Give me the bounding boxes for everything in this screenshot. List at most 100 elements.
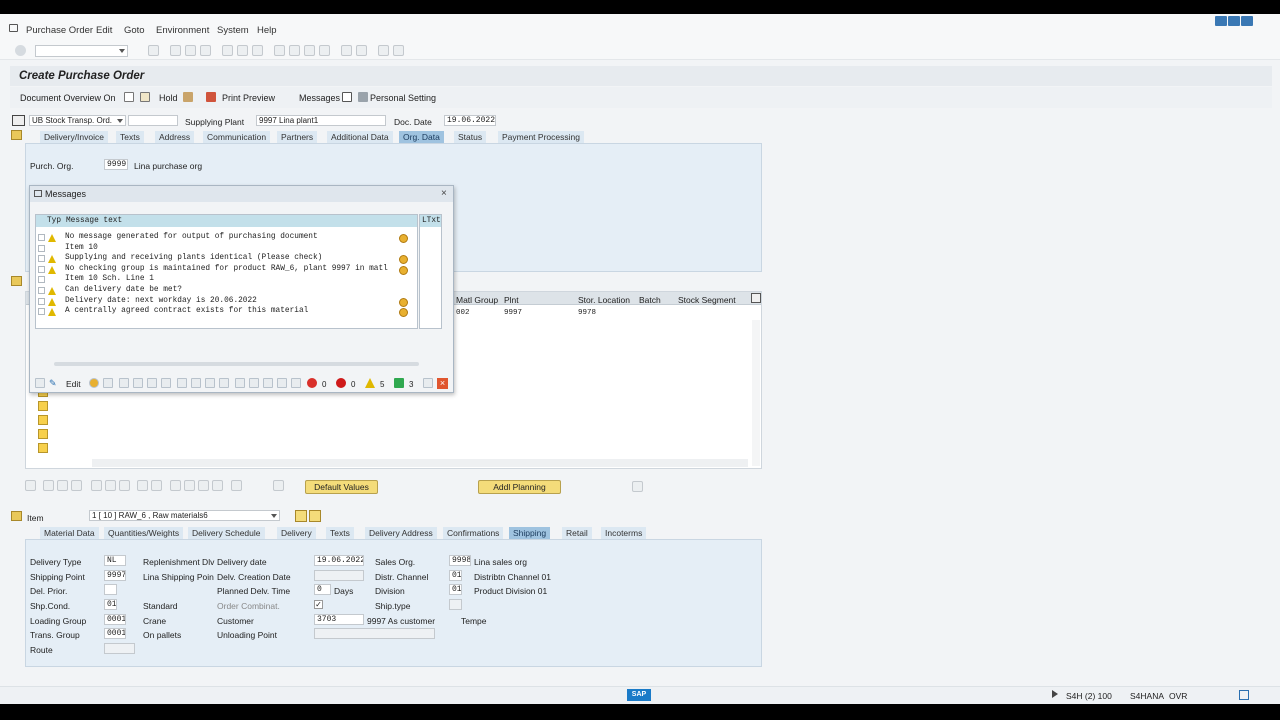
tab-quantities-weights[interactable]: Quantities/Weights	[104, 527, 185, 539]
dialog-hscroll[interactable]	[34, 360, 448, 368]
tab-texts[interactable]: Texts	[116, 131, 145, 143]
customer-field[interactable]: 3703	[314, 614, 364, 625]
sales-org-field[interactable]: 9998	[449, 555, 471, 566]
next-icon[interactable]	[147, 378, 157, 388]
col-matl-group[interactable]: Matl Group	[456, 295, 498, 305]
supplying-plant-field[interactable]: 9997 Lina plant1	[256, 115, 386, 126]
check-icon[interactable]	[183, 92, 193, 102]
copy-icon[interactable]	[43, 480, 54, 491]
item-detail-collapse-icon[interactable]	[11, 511, 22, 521]
first-page-icon[interactable]	[274, 45, 285, 56]
long-text-icon[interactable]	[399, 308, 408, 318]
tab-partners[interactable]: Partners	[277, 131, 319, 143]
tab-shipping[interactable]: Shipping	[509, 527, 552, 539]
tab-confirmations[interactable]: Confirmations	[443, 527, 505, 539]
column-settings-icon[interactable]	[751, 293, 761, 303]
scroll-thumb[interactable]	[54, 362, 419, 366]
technical-info-icon[interactable]	[103, 378, 113, 388]
close-icon[interactable]: ×	[441, 188, 447, 199]
sort-down-icon[interactable]	[205, 378, 215, 388]
long-text-icon[interactable]	[399, 255, 408, 265]
layout-icon[interactable]	[219, 378, 229, 388]
minimize-button[interactable]	[1215, 16, 1227, 26]
long-text-icon[interactable]	[399, 297, 408, 307]
tab-delivery-schedule[interactable]: Delivery Schedule	[188, 527, 266, 539]
tab-status[interactable]: Status	[454, 131, 488, 143]
select-icon[interactable]	[35, 378, 45, 388]
tab-delivery[interactable]: Delivery	[277, 527, 317, 539]
lock-icon[interactable]	[105, 480, 116, 491]
message-row[interactable]: Supplying and receiving plants identical…	[36, 254, 417, 265]
stop-icon[interactable]	[336, 378, 346, 388]
menu-edit[interactable]: Edit	[96, 25, 112, 36]
menu-help[interactable]: Help	[257, 25, 277, 36]
col-message-text[interactable]: Message text	[66, 217, 122, 225]
info-icon[interactable]	[342, 92, 352, 102]
info-icon[interactable]	[423, 378, 433, 388]
distr-channel-field[interactable]: 01	[449, 570, 462, 581]
prev-icon[interactable]	[133, 378, 143, 388]
route-field[interactable]	[104, 643, 135, 654]
personal-setting-icon[interactable]	[358, 92, 368, 102]
unlock-icon[interactable]	[119, 480, 130, 491]
purch-org-field[interactable]: 9999	[104, 159, 128, 170]
select-all-icon[interactable]	[137, 480, 148, 491]
warning-filter-icon[interactable]	[365, 378, 375, 388]
maximize-button[interactable]	[1228, 16, 1240, 26]
close-dialog-button[interactable]: ×	[437, 378, 448, 389]
message-row[interactable]: No message generated for output of purch…	[36, 233, 417, 244]
play-icon[interactable]	[1052, 690, 1058, 698]
col-typ[interactable]: Typ	[47, 217, 61, 225]
details-icon[interactable]	[25, 480, 36, 491]
abc-icon[interactable]	[291, 378, 301, 388]
col-batch[interactable]: Batch	[639, 295, 661, 305]
last-icon[interactable]	[161, 378, 171, 388]
menu-purchase-order[interactable]: Purchase Order	[26, 25, 93, 36]
last-page-icon[interactable]	[319, 45, 330, 56]
default-values-button[interactable]: Default Values	[305, 480, 378, 494]
sort-icon[interactable]	[191, 378, 201, 388]
next-item-button[interactable]	[309, 510, 321, 522]
graphic-icon[interactable]	[277, 378, 287, 388]
save-icon[interactable]	[148, 45, 159, 56]
messages-button[interactable]: Messages	[299, 93, 340, 103]
edit-button[interactable]: Edit	[66, 379, 81, 389]
long-text-icon[interactable]	[399, 234, 408, 243]
close-window-button[interactable]	[1241, 16, 1253, 26]
delivery-date-field[interactable]: 19.06.2022	[314, 555, 364, 566]
tab-delivery-invoice[interactable]: Delivery/Invoice	[40, 131, 109, 143]
find-icon[interactable]	[237, 45, 248, 56]
success-icon[interactable]	[394, 378, 404, 388]
delivery-type-field[interactable]: NL	[104, 555, 126, 566]
item-selector[interactable]: 1 [ 10 ] RAW_6 , Raw materials6	[89, 510, 280, 521]
next-page-icon[interactable]	[304, 45, 315, 56]
po-number-field[interactable]	[128, 115, 178, 126]
row-checkbox[interactable]	[38, 276, 45, 284]
row-selector[interactable]	[38, 415, 48, 425]
edit-icon[interactable]: ✎	[49, 378, 59, 388]
row-checkbox[interactable]	[38, 255, 45, 263]
layout-icon[interactable]	[393, 45, 404, 56]
cell-plant[interactable]: 9997	[504, 309, 522, 317]
account-icon[interactable]	[273, 480, 284, 491]
tab-communication[interactable]: Communication	[203, 131, 272, 143]
new-session-icon[interactable]	[341, 45, 352, 56]
print-icon[interactable]	[222, 45, 233, 56]
sort-ascending-icon[interactable]	[170, 480, 181, 491]
window-menu-icon[interactable]	[9, 24, 18, 32]
message-row[interactable]: Delivery date: next workday is 20.06.202…	[36, 297, 417, 308]
export-icon[interactable]	[235, 378, 245, 388]
tab-delivery-address[interactable]: Delivery Address	[365, 527, 438, 539]
cancel-icon[interactable]	[200, 45, 211, 56]
message-row[interactable]: A centrally agreed contract exists for t…	[36, 307, 417, 318]
unloading-point-field[interactable]	[314, 628, 435, 639]
menu-system[interactable]: System	[217, 25, 249, 36]
sort-descending-icon[interactable]	[184, 480, 195, 491]
hold-button[interactable]: Hold	[159, 93, 178, 103]
filter-icon[interactable]	[177, 378, 187, 388]
spreadsheet-icon[interactable]	[249, 378, 259, 388]
cell-matl-group[interactable]: 002	[456, 309, 470, 317]
header-collapse-icon[interactable]	[11, 130, 22, 140]
back-icon[interactable]	[170, 45, 181, 56]
row-selector[interactable]	[38, 401, 48, 411]
